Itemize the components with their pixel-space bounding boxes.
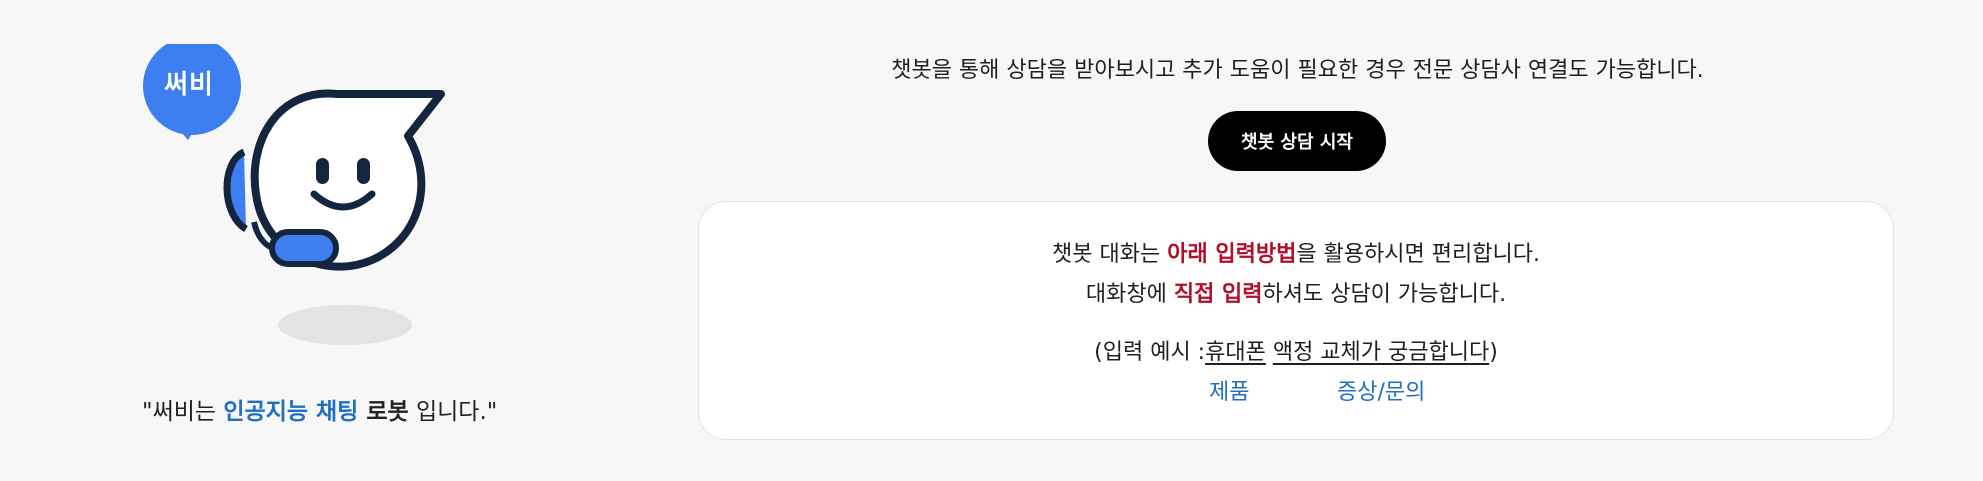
example-category-labels: 제품 증상/문의	[699, 374, 1893, 406]
guide-line-2-highlight: 직접 입력	[1173, 282, 1263, 307]
intro-text: 챗봇을 통해 상담을 받아보시고 추가 도움이 필요한 경우 전문 상담사 연결…	[891, 58, 1704, 83]
guide-line-1-suffix: 을 활용하시면 편리합니다.	[1296, 242, 1540, 267]
tagline-bold: 로봇	[358, 399, 409, 425]
example-keyword-symptom: 액정 교체가 궁금합니다	[1272, 340, 1490, 365]
tagline-suffix: 입니다."	[408, 399, 498, 425]
guide-line-2: 대화창에 직접 입력하셔도 상담이 가능합니다.	[699, 276, 1893, 308]
start-chatbot-button[interactable]: 챗봇 상담 시작	[1208, 111, 1386, 171]
input-guide-box: 챗봇 대화는 아래 입력방법을 활용하시면 편리합니다. 대화창에 직접 입력하…	[698, 201, 1894, 440]
category-symptom-inquiry-link[interactable]: 증상/문의	[1337, 374, 1425, 406]
example-keyword-product: 휴대폰	[1205, 340, 1266, 365]
guide-line-1-highlight: 아래 입력방법	[1167, 242, 1297, 267]
category-product-link[interactable]: 제품	[1209, 374, 1249, 406]
example-suffix: )	[1489, 340, 1498, 365]
example-prefix: (입력 예시 :	[1094, 340, 1206, 365]
chatbot-intro-page: 써비 "써비는 인공지능 채팅 로봇 입니다." 챗봇을 통해 상담을 받아보시…	[0, 0, 1983, 481]
guide-line-1-prefix: 챗봇 대화는	[1052, 242, 1168, 267]
guide-line-2-prefix: 대화창에	[1085, 282, 1174, 307]
mascot-illustration: 써비	[136, 44, 456, 354]
mascot-tagline: "써비는 인공지능 채팅 로봇 입니다."	[142, 392, 497, 426]
input-example: (입력 예시 :휴대폰 액정 교체가 궁금합니다)	[699, 334, 1893, 366]
guide-line-1: 챗봇 대화는 아래 입력방법을 활용하시면 편리합니다.	[699, 236, 1893, 268]
tagline-prefix: "써비는	[142, 399, 224, 425]
speech-bubble-label: 써비	[164, 70, 214, 100]
guide-line-2-suffix: 하셔도 상담이 가능합니다.	[1262, 282, 1507, 307]
tagline-highlight: 인공지능 채팅	[223, 399, 359, 425]
